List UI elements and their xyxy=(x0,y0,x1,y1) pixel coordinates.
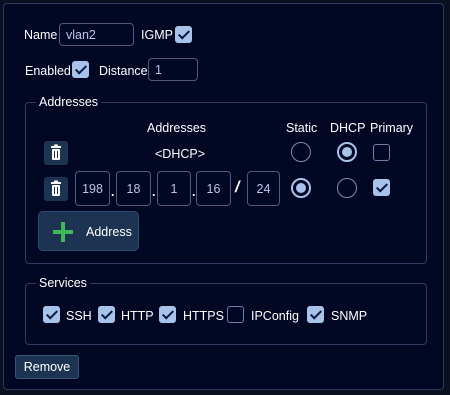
distance-input[interactable] xyxy=(148,58,198,81)
name-input[interactable] xyxy=(59,23,134,46)
dhcp-radio[interactable] xyxy=(337,142,357,162)
trash-icon xyxy=(51,180,61,196)
name-label: Name xyxy=(24,28,58,42)
delete-address-button[interactable] xyxy=(44,177,68,201)
dhcp-column-header: DHCP xyxy=(330,121,366,135)
ip-octet-1-input[interactable] xyxy=(75,171,110,206)
remove-button[interactable]: Remove xyxy=(15,355,79,379)
http-checkbox[interactable] xyxy=(98,306,115,323)
primary-column-header: Primary xyxy=(370,121,414,135)
ssh-checkbox[interactable] xyxy=(43,306,60,323)
octet-separator: . xyxy=(192,185,196,199)
static-radio[interactable] xyxy=(291,142,311,162)
ipconfig-label: IPConfig xyxy=(251,309,299,323)
addresses-column-header: Addresses xyxy=(147,121,207,135)
static-column-header: Static xyxy=(286,121,318,135)
services-group-title: Services xyxy=(36,276,90,290)
prefix-length-input[interactable] xyxy=(247,171,280,206)
distance-label: Distance xyxy=(99,64,148,78)
snmp-checkbox[interactable] xyxy=(307,306,324,323)
ip-octet-2-input[interactable] xyxy=(116,171,151,206)
enabled-checkbox[interactable] xyxy=(72,61,89,78)
delete-address-button[interactable] xyxy=(44,141,68,165)
octet-separator: . xyxy=(152,185,156,199)
prefix-separator: / xyxy=(235,179,240,196)
primary-checkbox[interactable] xyxy=(373,144,390,161)
igmp-label: IGMP xyxy=(141,28,173,42)
ip-octet-3-input[interactable] xyxy=(157,171,191,206)
plus-icon xyxy=(53,222,73,242)
snmp-label: SNMP xyxy=(331,309,368,323)
octet-separator: . xyxy=(111,185,115,199)
https-checkbox[interactable] xyxy=(159,306,176,323)
dhcp-address-text: <DHCP> xyxy=(155,147,206,161)
enabled-label: Enabled xyxy=(25,64,71,78)
dhcp-radio[interactable] xyxy=(337,178,357,198)
http-label: HTTP xyxy=(121,309,154,323)
static-radio[interactable] xyxy=(291,178,311,198)
primary-checkbox[interactable] xyxy=(373,179,390,196)
addresses-group-title: Addresses xyxy=(36,95,102,109)
ipconfig-checkbox[interactable] xyxy=(227,306,244,323)
add-address-label: Address xyxy=(86,225,132,239)
ip-octet-4-input[interactable] xyxy=(196,171,231,206)
igmp-checkbox[interactable] xyxy=(175,26,192,43)
https-label: HTTPS xyxy=(183,309,224,323)
trash-icon xyxy=(51,144,61,160)
add-address-button[interactable]: Address xyxy=(38,211,139,251)
ssh-label: SSH xyxy=(66,309,92,323)
